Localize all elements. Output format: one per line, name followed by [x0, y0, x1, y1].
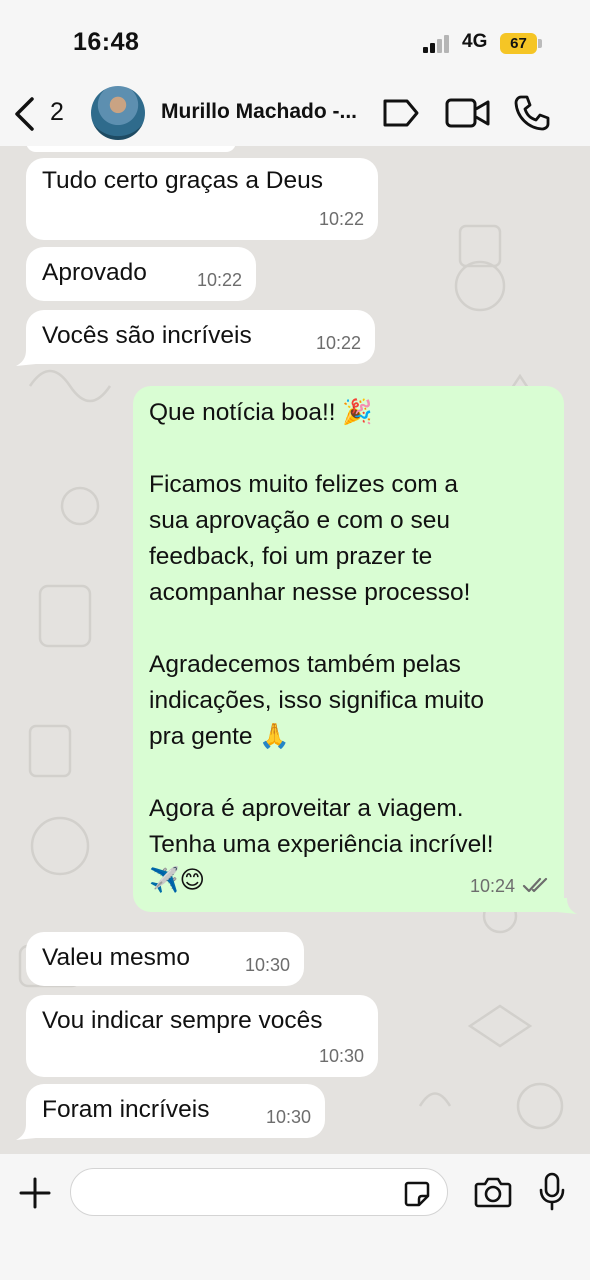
bubble-tail — [16, 350, 36, 366]
message-time: 10:30 — [265, 1107, 311, 1127]
phone-icon[interactable] — [513, 94, 551, 132]
message-bubble-incoming[interactable]: Vou indicar sempre vocês 10:30 — [26, 995, 378, 1077]
message-text: Vou indicar sempre vocês — [42, 1007, 323, 1034]
plus-icon[interactable] — [18, 1176, 52, 1210]
message-bubble-outgoing[interactable]: Que notícia boa!! 🎉 Ficamos muito felize… — [133, 386, 564, 912]
message-time: 10:22 — [315, 333, 361, 353]
bubble-tail — [557, 898, 577, 914]
contact-avatar[interactable] — [91, 86, 145, 140]
network-type: 4G — [462, 31, 488, 52]
read-ticks-icon — [522, 877, 548, 893]
sticker-icon[interactable] — [403, 1180, 431, 1208]
message-time: 10:30 — [244, 955, 290, 975]
label-tag-icon[interactable] — [381, 96, 421, 130]
status-bar: 16:48 4G 67 — [0, 0, 590, 84]
status-time: 16:48 — [73, 28, 140, 56]
battery-icon: 67 — [500, 33, 537, 54]
message-input-field[interactable] — [70, 1168, 448, 1216]
microphone-icon[interactable] — [538, 1172, 566, 1212]
chat-area[interactable]: Tudo certo graças a Deus 10:22 Aprovado … — [0, 146, 590, 1154]
signal-strength-icon — [423, 35, 453, 53]
battery-tip — [538, 39, 542, 48]
message-bubble-incoming[interactable]: Vocês são incríveis 10:22 — [26, 310, 375, 364]
message-text: Vocês são incríveis — [42, 322, 252, 349]
message-time: 10:24 — [469, 876, 515, 896]
message-time: 10:22 — [196, 270, 242, 290]
bubble-tail — [16, 1124, 36, 1140]
message-input[interactable] — [87, 1169, 407, 1215]
unread-count: 2 — [50, 98, 64, 126]
contact-name[interactable]: Murillo Machado -... — [161, 100, 371, 124]
back-chevron-icon — [15, 97, 34, 131]
message-bubble-incoming[interactable]: Tudo certo graças a Deus 10:22 — [26, 158, 378, 240]
message-time: 10:30 — [318, 1046, 364, 1066]
camera-icon[interactable] — [474, 1176, 512, 1208]
message-composer — [0, 1154, 590, 1280]
message-bubble-incoming[interactable]: Valeu mesmo 10:30 — [26, 932, 304, 986]
message-meta: 10:24 — [470, 868, 550, 904]
back-button[interactable]: 2 — [10, 94, 70, 134]
message-text: Tudo certo graças a Deus — [42, 167, 323, 194]
message-bubble-incoming[interactable]: Aprovado 10:22 — [26, 247, 256, 301]
message-bubble-incoming[interactable]: Foram incríveis 10:30 — [26, 1084, 325, 1138]
chat-header: 2 Murillo Machado -... — [0, 84, 590, 146]
video-call-icon[interactable] — [445, 96, 491, 130]
message-time: 10:22 — [318, 209, 364, 229]
message-bubble-partial — [26, 146, 236, 152]
message-text: Que notícia boa!! 🎉 Ficamos muito felize… — [149, 399, 494, 894]
